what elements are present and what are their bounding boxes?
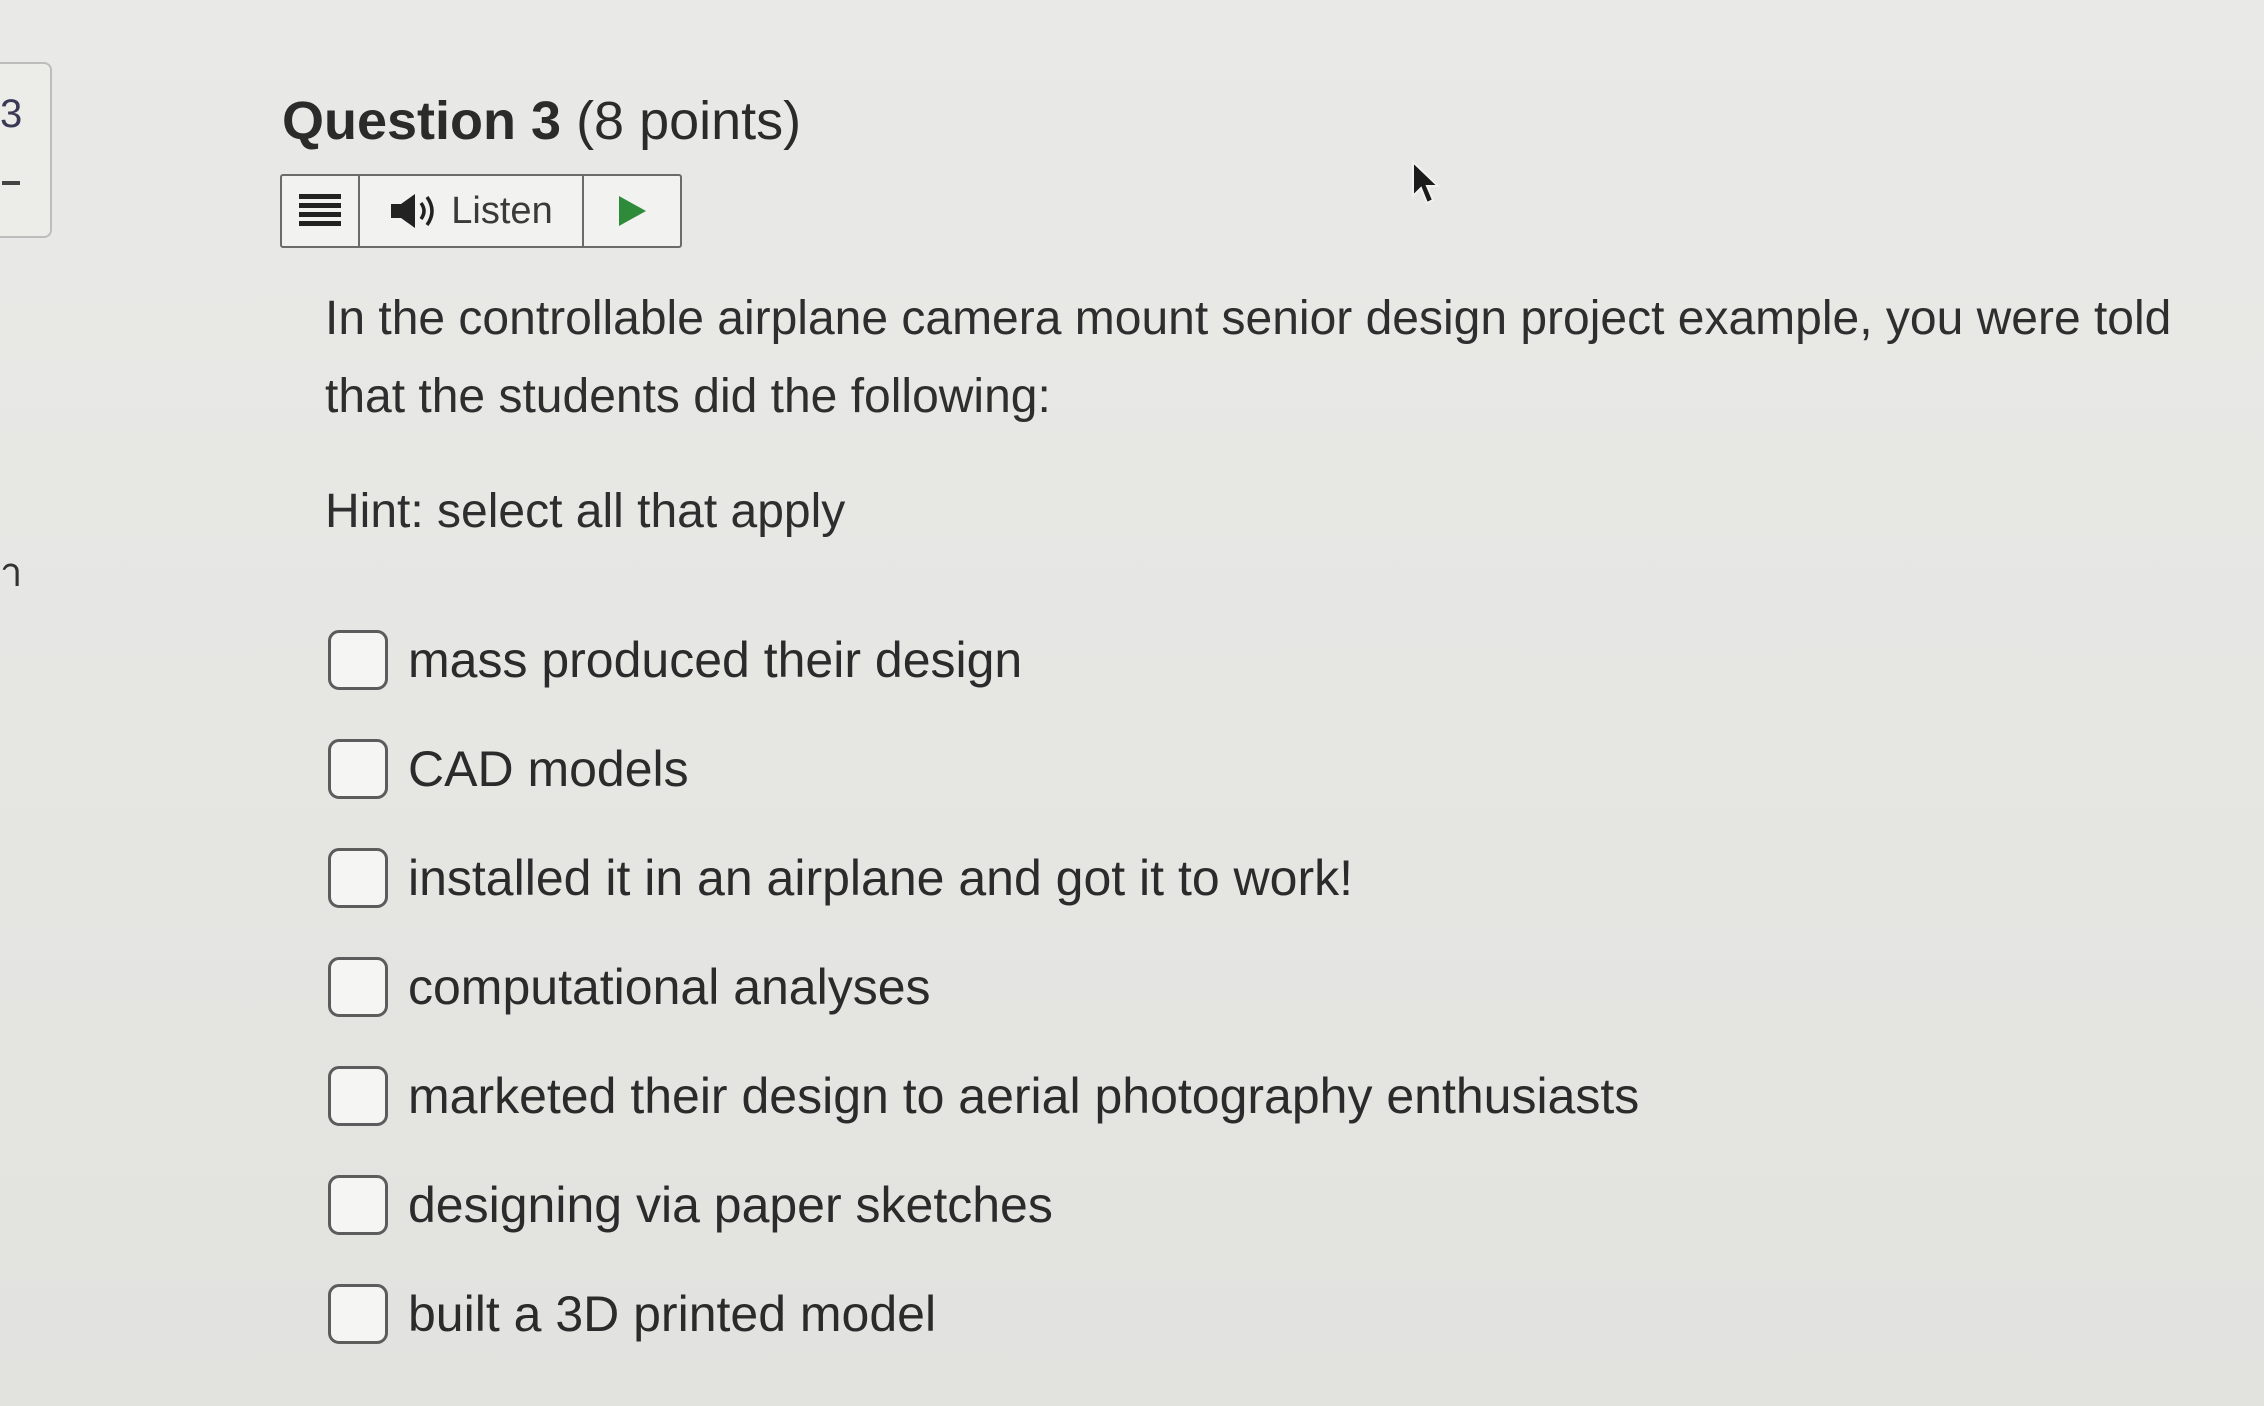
question-title: Question 3 (8 points): [282, 90, 801, 152]
option-row[interactable]: marketed their design to aerial photogra…: [328, 1064, 1639, 1128]
play-icon: [619, 196, 646, 226]
option-checkbox[interactable]: [328, 739, 388, 799]
mouse-cursor-icon: [1412, 160, 1441, 205]
option-label[interactable]: computational analyses: [408, 958, 931, 1016]
option-checkbox[interactable]: [328, 630, 388, 690]
option-checkbox[interactable]: [328, 848, 388, 908]
option-checkbox[interactable]: [328, 957, 388, 1017]
option-row[interactable]: CAD models: [328, 737, 1639, 801]
answer-options: mass produced their design CAD models in…: [328, 628, 1639, 1391]
option-row[interactable]: mass produced their design: [328, 628, 1639, 692]
option-label[interactable]: CAD models: [408, 740, 689, 798]
listen-toolbar: Listen: [280, 174, 682, 248]
option-label[interactable]: marketed their design to aerial photogra…: [408, 1067, 1639, 1125]
option-label[interactable]: designing via paper sketches: [408, 1176, 1053, 1234]
question-text: In the controllable airplane camera moun…: [325, 292, 2172, 423]
option-label[interactable]: built a 3D printed model: [408, 1285, 936, 1343]
listen-label: Listen: [451, 189, 553, 232]
question-nav-number: 3: [0, 92, 23, 136]
option-label[interactable]: installed it in an airplane and got it t…: [408, 849, 1353, 907]
option-row[interactable]: computational analyses: [328, 955, 1639, 1019]
speaker-icon: [391, 194, 435, 228]
menu-lines-icon: [299, 194, 341, 226]
question-label: Question 3: [282, 91, 562, 151]
listen-menu-button[interactable]: [282, 176, 360, 246]
option-checkbox[interactable]: [328, 1066, 388, 1126]
option-row[interactable]: built a 3D printed model: [328, 1282, 1639, 1346]
option-checkbox[interactable]: [328, 1284, 388, 1344]
question-nav-panel[interactable]: [0, 62, 52, 238]
sidebar-partial-text: า: [0, 551, 23, 595]
option-label[interactable]: mass produced their design: [408, 631, 1022, 689]
question-nav-dash: [2, 181, 20, 185]
option-row[interactable]: designing via paper sketches: [328, 1173, 1639, 1237]
option-checkbox[interactable]: [328, 1175, 388, 1235]
listen-button[interactable]: Listen: [360, 176, 584, 246]
option-row[interactable]: installed it in an airplane and got it t…: [328, 846, 1639, 910]
play-button[interactable]: [584, 176, 680, 246]
question-hint: Hint: select all that apply: [325, 485, 846, 538]
question-points: (8 points): [576, 91, 802, 151]
